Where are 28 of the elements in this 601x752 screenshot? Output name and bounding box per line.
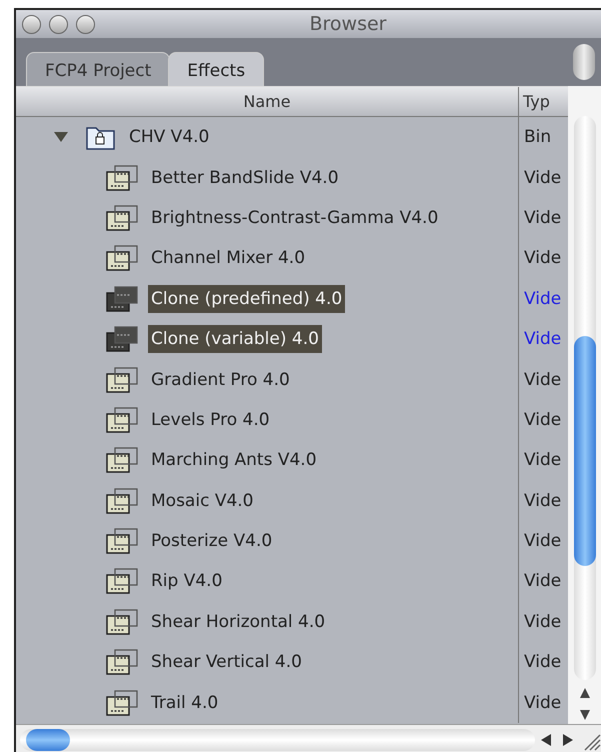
window-control-button[interactable] — [22, 14, 41, 34]
item-name[interactable]: Brightness-Contrast-Gamma V4.0 — [148, 204, 442, 232]
window-control-button[interactable] — [76, 14, 95, 34]
vertical-scrollbar[interactable] — [568, 86, 601, 724]
window-control-button[interactable] — [49, 14, 68, 34]
item-name[interactable]: Marching Ants V4.0 — [148, 446, 320, 474]
tab[interactable]: FCP4 Project — [26, 52, 170, 86]
item-name[interactable]: Channel Mixer 4.0 — [148, 244, 308, 272]
scroll-thumb[interactable] — [574, 336, 596, 566]
item-name[interactable]: CHV V4.0 — [126, 123, 212, 152]
horizontal-scrollbar[interactable] — [20, 728, 535, 750]
window-title: Browser — [308, 13, 388, 35]
scroll-thumb[interactable] — [26, 728, 70, 750]
tab[interactable]: Effects — [168, 52, 264, 86]
column-header[interactable]: Name — [16, 87, 518, 116]
item-name[interactable]: Clone (predefined) 4.0 — [148, 284, 346, 313]
item-name[interactable]: Clone (variable) 4.0 — [148, 325, 322, 354]
item-name[interactable]: Shear Vertical 4.0 — [148, 648, 305, 676]
item-name[interactable]: Mosaic V4.0 — [148, 486, 256, 515]
item-name[interactable]: Levels Pro 4.0 — [148, 406, 273, 434]
item-name[interactable]: Posterize V4.0 — [148, 527, 276, 556]
item-name[interactable]: Rip V4.0 — [148, 567, 226, 596]
item-name[interactable]: Trail 4.0 — [148, 688, 222, 717]
item-name[interactable]: Gradient Pro 4.0 — [148, 366, 293, 394]
item-name[interactable]: Shear Horizontal 4.0 — [148, 608, 328, 636]
toolbar-toggle-button[interactable] — [573, 44, 595, 80]
item-name[interactable]: Better BandSlide V4.0 — [148, 164, 342, 192]
disclosure-triangle-icon[interactable] — [54, 131, 68, 144]
